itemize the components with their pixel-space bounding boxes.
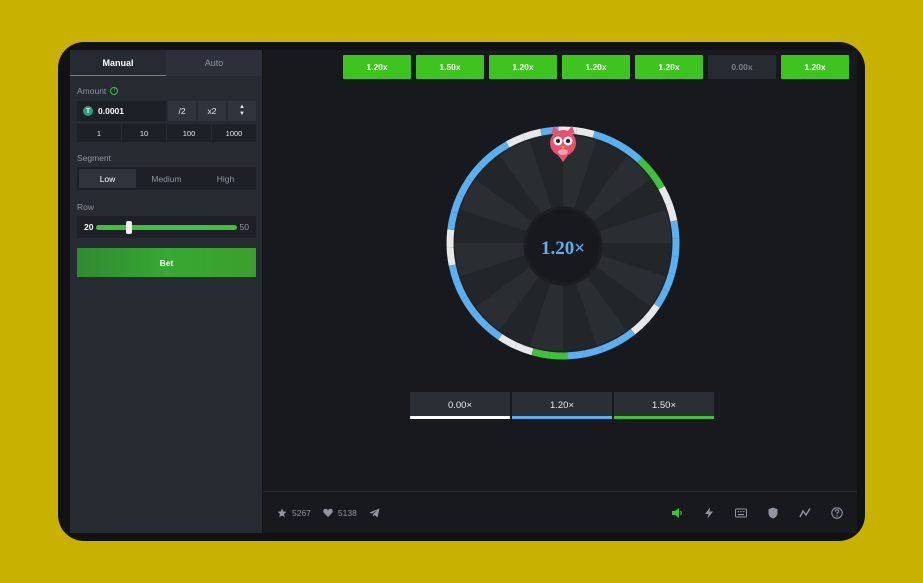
legend-label: 1.50× [651, 400, 677, 411]
history-item: 0.00x [708, 55, 776, 79]
multiplier-legend: 0.00× 1.20× 1.50× [410, 392, 714, 419]
bet-panel: Manual Auto Amount ! T 0.0001 /2 x2 ▲ ▼ … [70, 50, 262, 533]
row-slider: 20 50 [77, 216, 256, 238]
tether-coin-icon: T [83, 106, 93, 116]
help-icon[interactable] [830, 506, 843, 519]
amount-stepper[interactable]: ▲ ▼ [228, 101, 256, 121]
wheel: 1.20× [438, 118, 688, 368]
telegram-icon [369, 508, 380, 517]
star-icon [277, 508, 287, 517]
amount-label: Amount [77, 86, 107, 96]
result-history: 1.20x 1.50x 1.20x 1.20x 1.20x 0.00x 1.20… [343, 55, 849, 79]
legend-label: 0.00× [447, 400, 473, 411]
row-slider-handle[interactable] [126, 220, 133, 234]
game-frame: Manual Auto Amount ! T 0.0001 /2 x2 ▲ ▼ … [58, 42, 865, 541]
stars-stat[interactable]: 5267 [277, 508, 311, 518]
legend-item: 1.20× [512, 392, 612, 419]
likes-stat[interactable]: 5138 [323, 508, 357, 518]
segment-selector: Low Medium High [77, 167, 256, 190]
legend-color-bar [512, 416, 612, 419]
amount-row: T 0.0001 /2 x2 ▲ ▼ [77, 101, 256, 121]
keyboard-icon[interactable] [734, 506, 747, 519]
info-icon[interactable]: ! [110, 87, 119, 95]
legend-color-bar [614, 416, 714, 419]
chevron-down-icon[interactable]: ▼ [239, 111, 245, 118]
amount-label-row: Amount ! [77, 86, 119, 96]
amount-value: 0.0001 [98, 106, 124, 116]
segment-low[interactable]: Low [79, 169, 136, 188]
row-max: 50 [239, 222, 249, 232]
telegram-share[interactable] [369, 508, 380, 518]
chart-line-icon[interactable] [798, 506, 811, 519]
chevron-up-icon[interactable]: ▲ [239, 104, 245, 111]
quick-amount-10[interactable]: 10 [122, 124, 167, 142]
history-item: 1.20x [781, 55, 849, 79]
shield-icon[interactable] [766, 506, 779, 519]
likes-count: 5138 [337, 507, 357, 518]
history-item: 1.20x [489, 55, 557, 79]
sound-icon[interactable] [670, 506, 683, 519]
game-area: 1.20x 1.50x 1.20x 1.20x 1.20x 0.00x 1.20… [263, 50, 857, 533]
history-item: 1.50x [416, 55, 484, 79]
footer-bar: 5267 5138 [263, 491, 857, 533]
row-label: Row [77, 202, 95, 212]
double-amount-button[interactable]: x2 [198, 101, 226, 121]
history-item: 1.20x [343, 55, 411, 79]
row-min: 20 [84, 222, 94, 232]
quick-amount-row: 1 10 100 1000 [77, 124, 256, 142]
segment-high[interactable]: High [197, 169, 254, 188]
bet-button[interactable]: Bet [77, 248, 256, 277]
segment-label: Segment [77, 153, 112, 163]
legend-label: 1.20× [549, 400, 575, 411]
heart-icon [323, 508, 333, 517]
quick-amount-1[interactable]: 1 [77, 124, 122, 142]
segment-medium[interactable]: Medium [138, 169, 195, 188]
stars-count: 5267 [292, 507, 311, 518]
quick-amount-100[interactable]: 100 [167, 124, 212, 142]
lightning-icon[interactable] [702, 506, 715, 519]
owl-pointer-icon [550, 126, 576, 162]
footer-controls [670, 506, 843, 519]
legend-color-bar [410, 416, 510, 419]
history-item: 1.20x [562, 55, 630, 79]
row-slider-track[interactable] [96, 220, 237, 234]
tab-auto[interactable]: Auto [166, 50, 262, 76]
history-item: 1.20x [635, 55, 703, 79]
mode-tabs: Manual Auto [70, 50, 262, 76]
legend-item: 0.00× [410, 392, 510, 419]
amount-input[interactable]: T 0.0001 [77, 101, 166, 121]
legend-item: 1.50× [614, 392, 714, 419]
tab-manual[interactable]: Manual [70, 50, 166, 76]
quick-amount-1000[interactable]: 1000 [212, 124, 256, 142]
half-amount-button[interactable]: /2 [168, 101, 196, 121]
